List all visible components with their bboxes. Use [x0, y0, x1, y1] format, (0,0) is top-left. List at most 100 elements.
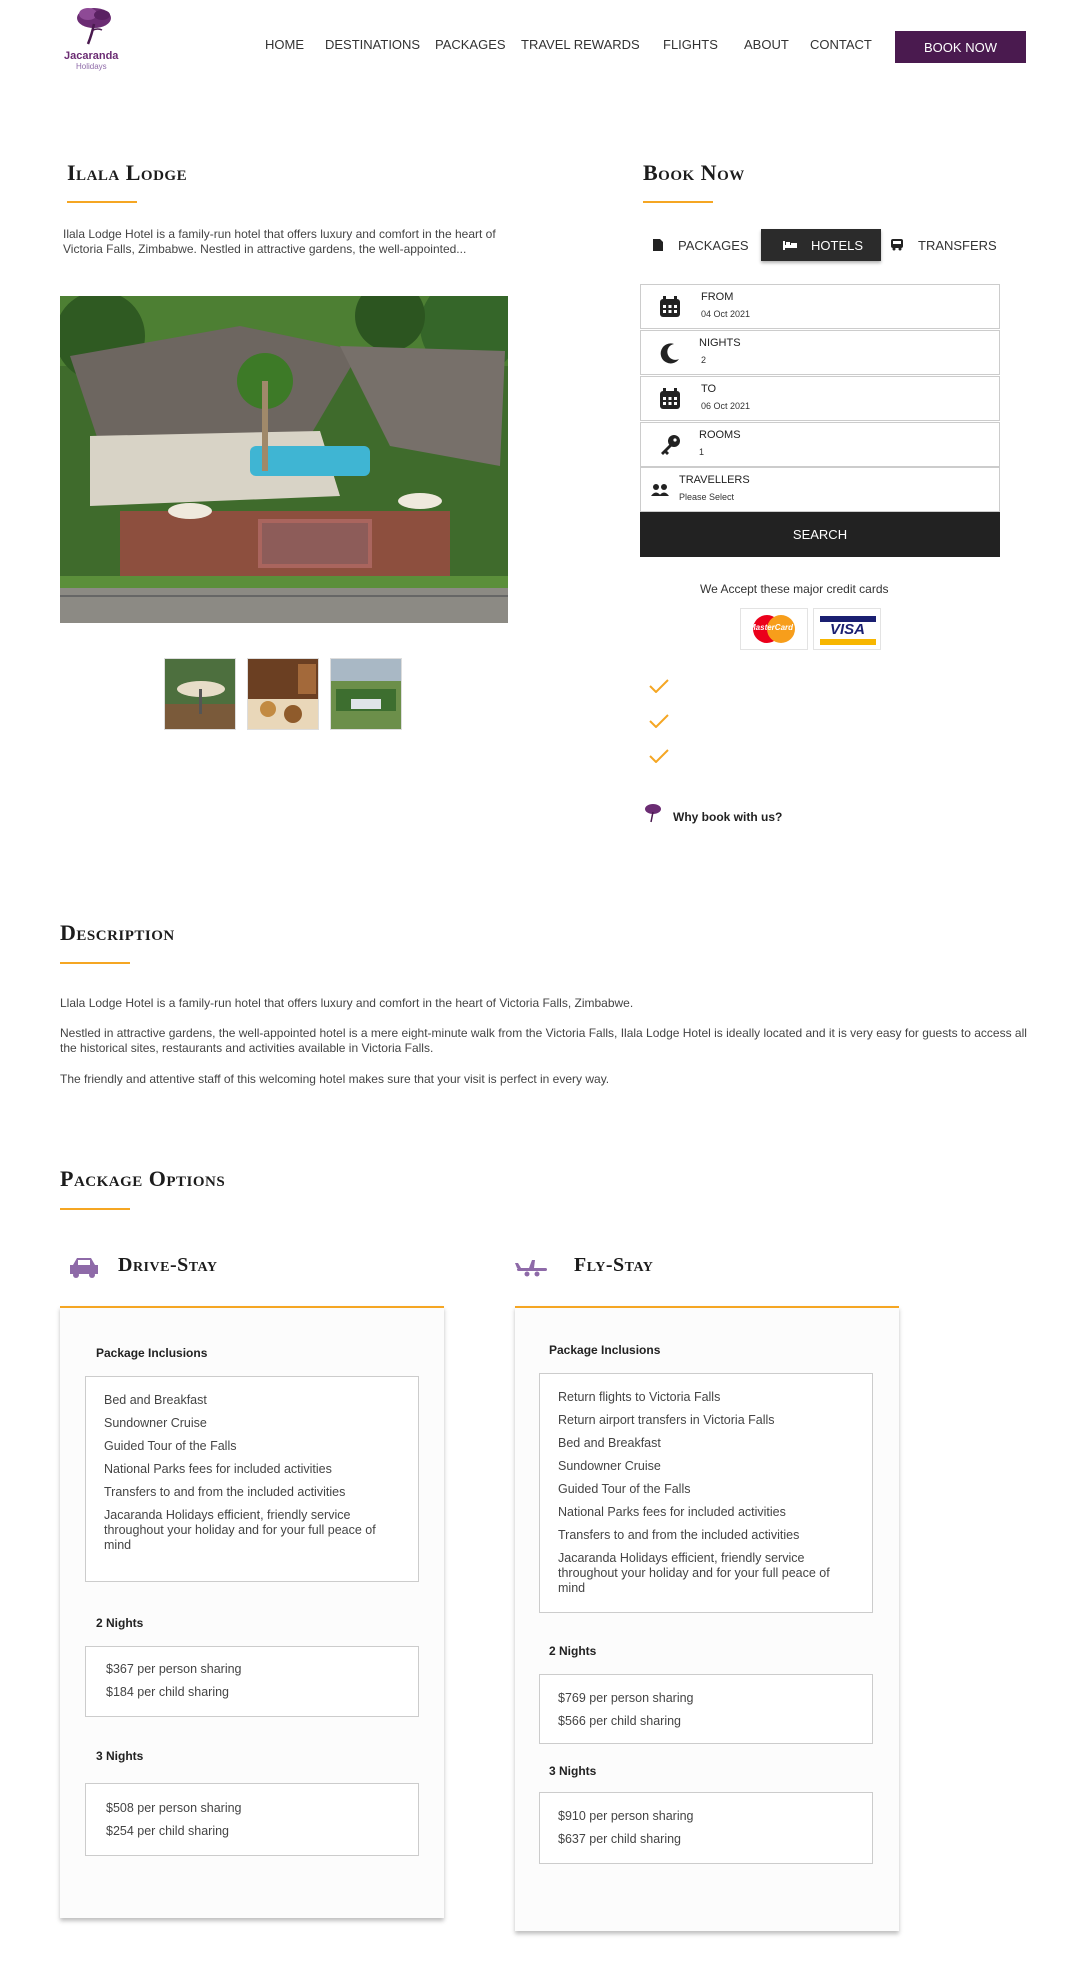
fly-two-nights-label: 2 Nights	[549, 1644, 597, 1658]
description-title: Description	[60, 920, 175, 945]
fly-three-nights-box: $910 per person sharing $637 per child s…	[539, 1792, 873, 1864]
car-icon	[70, 1258, 98, 1278]
hotel-title: Ilala Lodge	[67, 160, 188, 185]
list-item: Sundowner Cruise	[558, 1459, 661, 1473]
description-paragraph-1: Llala Lodge Hotel is a family-run hotel …	[60, 996, 634, 1010]
list-item: National Parks fees for included activit…	[558, 1505, 786, 1519]
package-options-underline	[60, 1208, 130, 1210]
plane-icon	[515, 1260, 547, 1277]
travellers-label: TRAVELLERS	[679, 474, 750, 486]
list-item: $254 per child sharing	[106, 1824, 229, 1838]
logo[interactable]: Jacaranda Holidays	[58, 4, 128, 72]
list-item: $769 per person sharing	[558, 1691, 694, 1705]
to-date-field[interactable]: TO 06 Oct 2021	[640, 376, 1000, 421]
list-item: Return flights to Victoria Falls	[558, 1390, 721, 1404]
description-paragraph-3: The friendly and attentive staff of this…	[60, 1072, 610, 1086]
book-now-title: Book Now	[643, 160, 745, 185]
fly-three-nights-label: 3 Nights	[549, 1764, 597, 1778]
from-label: FROM	[701, 291, 734, 303]
tab-transfers-label: TRANSFERS	[918, 237, 997, 253]
list-item: $566 per child sharing	[558, 1714, 681, 1728]
nav-home[interactable]: HOME	[265, 37, 304, 52]
rooms-label: ROOMS	[699, 429, 741, 441]
check-icon	[649, 749, 669, 763]
hotel-intro: Ilala Lodge Hotel is a family-run hotel …	[63, 227, 496, 256]
brand-name: Jacaranda	[64, 50, 119, 62]
travellers-field[interactable]: TRAVELLERS Please Select	[640, 467, 1000, 512]
calendar-icon	[660, 388, 680, 409]
fly-inclusions-label: Package Inclusions	[549, 1343, 661, 1357]
list-item: National Parks fees for included activit…	[104, 1462, 332, 1476]
bus-icon	[891, 239, 903, 251]
list-item: Jacaranda Holidays efficient, friendly s…	[104, 1508, 376, 1552]
nights-value: 2	[701, 355, 707, 365]
list-item: Guided Tour of the Falls	[104, 1439, 237, 1453]
list-item: Sundowner Cruise	[104, 1416, 207, 1430]
tab-packages-label: PACKAGES	[678, 237, 749, 253]
rooms-value: 1	[699, 447, 705, 457]
description-underline	[60, 962, 130, 964]
brand-sub: Holidays	[76, 62, 107, 71]
hotel-main-image[interactable]	[60, 296, 508, 623]
from-value: 04 Oct 2021	[701, 309, 751, 319]
rooms-field[interactable]: ROOMS 1	[640, 422, 1000, 467]
from-date-field[interactable]: FROM 04 Oct 2021	[640, 284, 1000, 329]
why-book-link[interactable]: Why book with us?	[673, 810, 782, 824]
thumbnail-1[interactable]	[164, 658, 236, 730]
hotel-title-underline	[67, 201, 137, 203]
fly-stay-title: Fly-Stay	[574, 1254, 654, 1276]
key-icon	[661, 435, 680, 455]
package-options-title: Package Options	[60, 1166, 226, 1191]
jacaranda-tree-icon	[77, 8, 111, 45]
list-item: $910 per person sharing	[558, 1809, 694, 1823]
drive-three-nights-label: 3 Nights	[96, 1749, 144, 1763]
check-icon	[649, 714, 669, 728]
thumbnail-3[interactable]	[330, 658, 402, 730]
check-icon	[649, 679, 669, 693]
tab-hotels-label: HOTELS	[811, 237, 864, 253]
list-item: Bed and Breakfast	[104, 1393, 207, 1407]
credit-cards-text: We Accept these major credit cards	[700, 582, 889, 596]
list-item: Return airport transfers in Victoria Fal…	[558, 1413, 775, 1427]
moon-icon	[660, 343, 679, 364]
book-now-button[interactable]: BOOK NOW	[895, 31, 1026, 63]
drive-inclusions-list: Bed and Breakfast Sundowner Cruise Guide…	[104, 1393, 400, 1553]
list-item: Jacaranda Holidays efficient, friendly s…	[558, 1551, 830, 1595]
travellers-value: Please Select	[679, 492, 735, 502]
drive-inclusions-box: Bed and Breakfast Sundowner Cruise Guide…	[85, 1376, 419, 1582]
calendar-icon	[660, 296, 680, 317]
mastercard-logo: MasterCard	[740, 608, 808, 650]
to-value: 06 Oct 2021	[701, 401, 751, 411]
nights-field[interactable]: NIGHTS 2	[640, 330, 1000, 375]
list-item: Transfers to and from the included activ…	[558, 1528, 800, 1542]
to-label: TO	[701, 383, 717, 395]
nav-destinations[interactable]: DESTINATIONS	[325, 37, 420, 52]
nav-travel-rewards[interactable]: TRAVEL REWARDS	[521, 37, 640, 52]
nav-packages[interactable]: PACKAGES	[435, 37, 506, 52]
drive-stay-card: Package Inclusions Bed and Breakfast Sun…	[60, 1306, 444, 1918]
list-item: Transfers to and from the included activ…	[104, 1485, 346, 1499]
list-item: $367 per person sharing	[106, 1662, 242, 1676]
list-item: $184 per child sharing	[106, 1685, 229, 1699]
list-item: Guided Tour of the Falls	[558, 1482, 691, 1496]
drive-three-nights-box: $508 per person sharing $254 per child s…	[85, 1783, 419, 1856]
drive-stay-title: Drive-Stay	[118, 1254, 218, 1276]
nav-flights[interactable]: FLIGHTS	[663, 37, 718, 52]
document-icon	[653, 239, 663, 251]
jacaranda-tree-icon	[645, 804, 661, 823]
nav-contact[interactable]: CONTACT	[810, 37, 872, 52]
description-paragraph-2: Nestled in attractive gardens, the well-…	[60, 1026, 1027, 1055]
bed-icon	[783, 241, 797, 250]
nights-label: NIGHTS	[699, 337, 741, 349]
thumbnail-2[interactable]	[247, 658, 319, 730]
fly-stay-card: Package Inclusions Return flights to Vic…	[515, 1306, 899, 1931]
nav-about[interactable]: ABOUT	[744, 37, 789, 52]
list-item: $508 per person sharing	[106, 1801, 242, 1815]
book-now-underline	[643, 201, 713, 203]
drive-two-nights-label: 2 Nights	[96, 1616, 144, 1630]
search-button[interactable]: SEARCH	[640, 512, 1000, 557]
tab-hotels[interactable]: HOTELS	[761, 229, 881, 261]
tab-packages[interactable]: PACKAGES	[652, 229, 752, 261]
drive-inclusions-label: Package Inclusions	[96, 1346, 208, 1360]
tab-transfers[interactable]: TRANSFERS	[890, 229, 1000, 261]
